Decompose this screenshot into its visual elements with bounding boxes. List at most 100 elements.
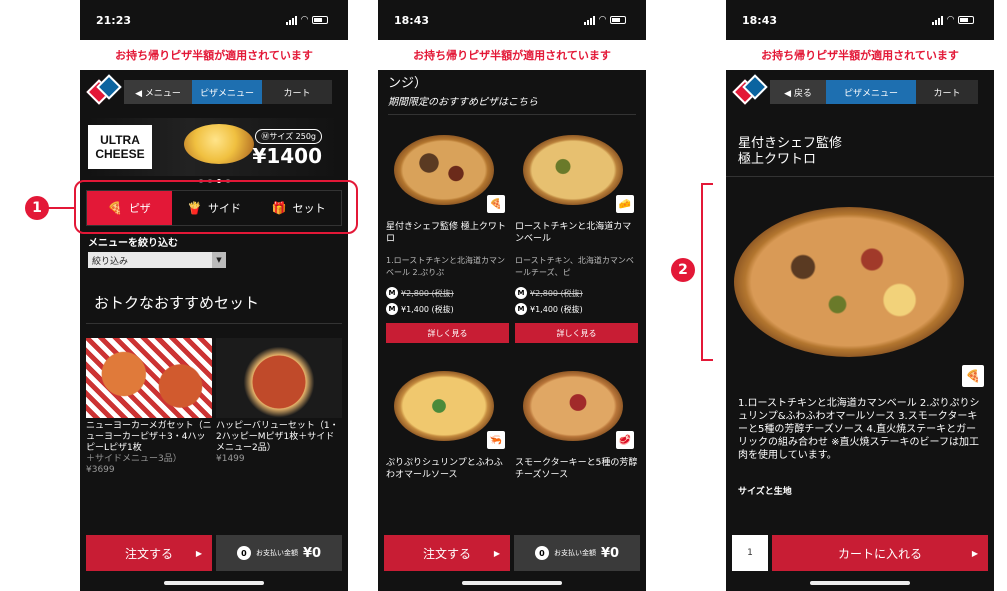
pizza-old-price: M ¥2,800 (税抜) — [515, 287, 638, 299]
total-amount: ¥0 — [600, 545, 620, 561]
set-price: ¥1499 — [216, 454, 245, 464]
pizza-card[interactable]: 🍕 星付きシェフ監修 極上クワトロ 1.ローストチキンと北海道カマンベール 2.… — [386, 125, 509, 343]
title-line2: 極上クワトロ — [738, 152, 817, 167]
phone-menu-screen: 21:23 ◠ お持ち帰りピザ半額が適用されています ◀ メニュー ピザメニュー… — [80, 0, 348, 591]
set-name: ニューヨーカーメガセット（ニューヨーカーピザ＋3・4ハッピーLピザ1枚 — [86, 421, 212, 453]
status-bar: 18:43 ◠ — [378, 0, 646, 40]
pizza-card[interactable]: 🧀 ローストチキンと北海道カマンベール ローストチキン、北海道カマンベールチーズ… — [515, 125, 638, 343]
bottom-bar: 注文する ▶ 0 お支払い金額 ¥0 — [80, 535, 348, 571]
signal-icon — [932, 15, 944, 25]
status-time: 18:43 — [394, 13, 430, 27]
bottom-bar: 注文する ▶ 0 お支払い金額 ¥0 — [378, 535, 646, 571]
pizza-price: M ¥1,400 (税抜) — [515, 303, 638, 315]
hero-logo-line1: ULTRA — [100, 133, 140, 147]
dominos-logo-icon[interactable] — [732, 74, 768, 108]
pizza-photo — [734, 207, 964, 357]
total-label: お支払い金額 — [553, 549, 596, 557]
pizza-tag-icon: 🦐 — [487, 431, 505, 449]
order-label: 注文する — [422, 546, 471, 561]
set-list: ニューヨーカーメガセット（ニューヨーカーピザ＋3・4ハッピーLピザ1枚 ＋サイド… — [86, 338, 342, 476]
set-price: ¥3699 — [86, 465, 115, 475]
set-sub: ＋サイドメニュー3品） — [86, 454, 182, 464]
quantity-input[interactable]: 1 — [732, 535, 768, 571]
order-button[interactable]: 注文する ▶ — [86, 535, 212, 571]
screenshot-stage: 21:23 ◠ お持ち帰りピザ半額が適用されています ◀ メニュー ピザメニュー… — [0, 0, 1007, 591]
battery-icon — [958, 16, 974, 24]
status-bar: 21:23 ◠ — [80, 0, 348, 40]
nav-cart-button[interactable]: カート — [916, 80, 978, 104]
detail-button[interactable]: 詳しく見る — [386, 323, 509, 343]
chevron-right-icon: ▶ — [195, 548, 202, 558]
size-m-icon: M — [515, 287, 527, 299]
phone-pizza-detail-screen: 18:43 ◠ お持ち帰りピザ半額が適用されています ◀ 戻る ピザメニュー カ… — [726, 0, 994, 591]
system-icons: ◠ — [286, 15, 328, 25]
hero-logo-line2: CHEESE — [95, 147, 145, 161]
chevron-right-icon: ▶ — [493, 548, 500, 558]
set-text: ニューヨーカーメガセット（ニューヨーカーピザ＋3・4ハッピーLピザ1枚 ＋サイド… — [86, 418, 212, 476]
size-m-icon: M — [386, 303, 398, 315]
hero-price: ¥1400 — [252, 144, 322, 168]
add-to-cart-button[interactable]: カートに入れる ▶ — [772, 535, 988, 571]
add-to-cart-label: カートに入れる — [837, 546, 922, 561]
set-name: ハッピーバリューセット（1・2ハッピーMピザ1枚＋サイドメニュー2品） — [216, 421, 339, 453]
pizza-name: ローストチキンと北海道カマンベール — [515, 222, 632, 244]
bottom-bar: 1 カートに入れる ▶ — [726, 535, 994, 571]
cart-total[interactable]: 0 お支払い金額 ¥0 — [216, 535, 342, 571]
hero-price-block: Ⓜサイズ 250g ¥1400 — [252, 124, 322, 168]
order-label: 注文する — [124, 546, 173, 561]
home-indicator — [810, 581, 910, 585]
pizza-image: 🍕 — [386, 125, 509, 215]
size-m-icon: M — [386, 287, 398, 299]
pizza-grid: 🍕 星付きシェフ監修 極上クワトロ 1.ローストチキンと北海道カマンベール 2.… — [378, 115, 646, 481]
nav-cart-button[interactable]: カート — [262, 80, 332, 104]
callout-2-bracket — [701, 183, 713, 361]
title-line1: 星付きシェフ監修 — [738, 136, 843, 151]
nav-pizza-menu-tab[interactable]: ピザメニュー — [826, 80, 916, 104]
pizza-image: 🥩 — [515, 361, 638, 451]
battery-icon — [312, 16, 328, 24]
pizza-old-price: M ¥2,800 (税抜) — [386, 287, 509, 299]
pizza-hero-image: 🍕 — [726, 177, 994, 387]
promo-carousel[interactable]: ULTRA CHEESE Ⓜサイズ 250g ¥1400 — [88, 118, 340, 176]
dominos-logo-icon[interactable] — [86, 74, 122, 108]
battery-icon — [610, 16, 626, 24]
pizza-name: ぷりぷりシュリンプとふわふわオマールソース — [386, 458, 503, 480]
filter-title: メニューを絞り込む — [88, 238, 178, 249]
nav-pizza-menu-tab[interactable]: ピザメニュー — [192, 80, 262, 104]
list-header-fragment: ンジ） — [388, 76, 428, 91]
pizza-detail-description: 1.ローストチキンと北海道カマンベール 2.ぷりぷりシュリンプ&ふわふわオマール… — [738, 398, 980, 461]
status-time: 18:43 — [742, 13, 778, 27]
cart-count-badge: 0 — [534, 546, 549, 560]
pizza-description: 1.ローストチキンと北海道カマンベール 2.ぷりぷ — [386, 256, 505, 277]
callout-1-marker: 1 — [25, 196, 49, 220]
nav-back-button[interactable]: ◀ 戻る — [770, 80, 826, 104]
filter-select[interactable]: 絞り込み ▼ — [88, 252, 226, 268]
signal-icon — [286, 15, 298, 25]
pizza-image: 🦐 — [386, 361, 509, 451]
set-card[interactable]: ハッピーバリューセット（1・2ハッピーMピザ1枚＋サイドメニュー2品） ¥149… — [216, 338, 342, 476]
system-icons: ◠ — [932, 15, 974, 25]
size-m-icon: M — [515, 303, 527, 315]
nav-menu-button[interactable]: ◀ メニュー — [124, 80, 192, 104]
cart-total[interactable]: 0 お支払い金額 ¥0 — [514, 535, 640, 571]
takeout-banner: お持ち帰りピザ半額が適用されています — [726, 40, 994, 70]
system-icons: ◠ — [584, 15, 626, 25]
pizza-tag-icon: 🍕 — [487, 195, 505, 213]
chevron-down-icon: ▼ — [212, 252, 226, 268]
nav-bar: ◀ メニュー ピザメニュー カート — [80, 70, 348, 114]
callout-1-leader — [46, 207, 74, 209]
pizza-tag-icon: 🍕 — [962, 365, 984, 387]
hero-size-badge: Ⓜサイズ 250g — [255, 129, 322, 144]
status-time: 21:23 — [96, 13, 132, 27]
set-text: ハッピーバリューセット（1・2ハッピーMピザ1枚＋サイドメニュー2品） ¥149… — [216, 418, 342, 465]
pizza-card[interactable]: 🥩 スモークターキーと5種の芳醇チーズソース — [515, 361, 638, 481]
section-title: おトクなおすすめセット — [86, 268, 342, 324]
set-card[interactable]: ニューヨーカーメガセット（ニューヨーカーピザ＋3・4ハッピーLピザ1枚 ＋サイド… — [86, 338, 212, 476]
detail-button[interactable]: 詳しく見る — [515, 323, 638, 343]
pizza-card[interactable]: 🦐 ぷりぷりシュリンプとふわふわオマールソース — [386, 361, 509, 481]
order-button[interactable]: 注文する ▶ — [384, 535, 510, 571]
pizza-image: 🧀 — [515, 125, 638, 215]
callout-1-highlight — [74, 180, 358, 234]
list-subtitle: 期間限定のおすすめピザはこちら — [388, 91, 636, 115]
nav-bar: ◀ 戻る ピザメニュー カート — [726, 70, 994, 114]
